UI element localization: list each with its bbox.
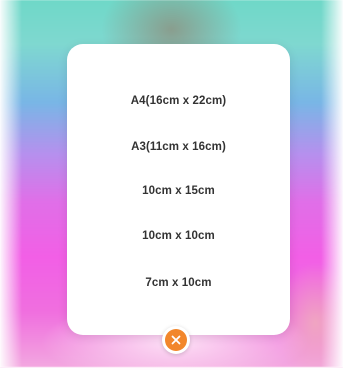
background-edge-right (321, 0, 343, 367)
background-edge-left (0, 0, 22, 367)
size-option-10x10[interactable]: 10cm x 10cm (67, 219, 290, 253)
close-button[interactable] (162, 326, 190, 354)
size-option-a4[interactable]: A4(16cm x 22cm) (67, 84, 290, 118)
print-size-picker-sheet: A4(16cm x 22cm) A3(11cm x 16cm) 10cm x 1… (67, 44, 290, 335)
size-option-10x15[interactable]: 10cm x 15cm (67, 174, 290, 208)
close-icon (165, 329, 187, 351)
size-option-a3[interactable]: A3(11cm x 16cm) (67, 130, 290, 164)
size-option-7x10[interactable]: 7cm x 10cm (67, 266, 290, 300)
